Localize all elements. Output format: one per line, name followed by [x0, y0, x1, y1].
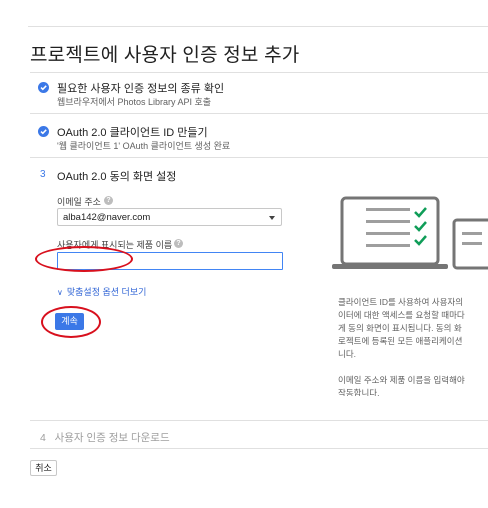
- page-title: 프로젝트에 사용자 인증 정보 추가: [30, 45, 300, 66]
- help-icon[interactable]: ?: [104, 196, 113, 205]
- email-select[interactable]: alba142@naver.com: [57, 208, 282, 226]
- step-3-title: OAuth 2.0 동의 화면 설정: [57, 171, 177, 183]
- dropdown-arrow-icon: [269, 216, 275, 220]
- step-4-title: 사용자 인증 정보 다운로드: [54, 432, 170, 444]
- description-para-2: 이메일 주소와 제품 이름을 입력해야 작동합니다.: [338, 375, 465, 396]
- check-icon: [38, 126, 49, 137]
- consent-screen-illustration: [332, 196, 488, 270]
- more-options-label: 맞춤설정 옵션 더보기: [66, 287, 147, 297]
- cancel-button[interactable]: 취소: [30, 460, 57, 476]
- divider: [30, 157, 488, 158]
- consent-description: 클라이언트 ID를 사용하여 사용자의 이터에 대한 액세스를 요청할 때마다 …: [338, 296, 488, 396]
- annotation-ring: [35, 246, 133, 272]
- help-icon[interactable]: ?: [174, 239, 183, 248]
- step-1-title: 필요한 사용자 인증 정보의 종류 확인: [57, 83, 225, 95]
- email-select-value: alba142@naver.com: [63, 212, 151, 223]
- step-4-number: 4: [40, 432, 46, 444]
- divider: [30, 113, 488, 114]
- chevron-down-icon: ∨: [57, 288, 63, 297]
- step-1-subtitle: 웹브라우저에서 Photos Library API 호출: [57, 97, 212, 107]
- step-2-title: OAuth 2.0 클라이언트 ID 만들기: [57, 127, 208, 139]
- step-3-number: 3: [40, 169, 46, 180]
- top-divider: [28, 26, 488, 27]
- divider: [30, 448, 488, 449]
- step-2-subtitle: '웹 클라이언트 1' OAuth 클라이언트 생성 완료: [57, 141, 231, 151]
- divider: [30, 72, 488, 73]
- step-4: 4 사용자 인증 정보 다운로드: [40, 430, 170, 445]
- annotation-ring: [41, 306, 101, 338]
- check-icon: [38, 82, 49, 93]
- more-options-link[interactable]: ∨ 맞춤설정 옵션 더보기: [57, 285, 146, 298]
- divider: [30, 420, 488, 421]
- description-para-1: 클라이언트 ID를 사용하여 사용자의 이터에 대한 액세스를 요청할 때마다 …: [338, 297, 465, 359]
- email-label: 이메일 주소: [57, 197, 101, 207]
